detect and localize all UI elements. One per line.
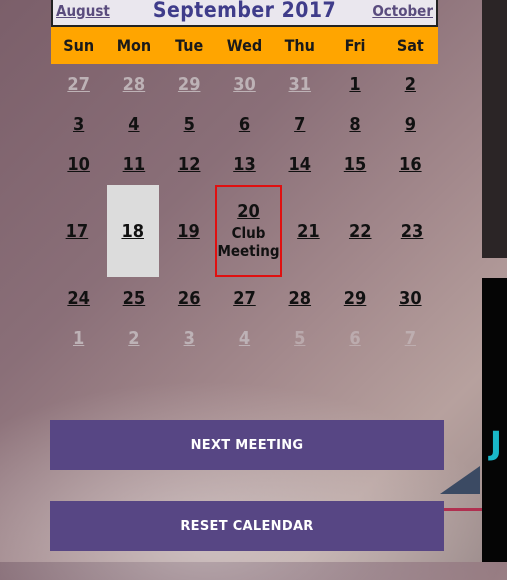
calendar-day[interactable]: 23 [386,185,438,277]
calendar-day[interactable]: 19 [163,185,215,277]
next-meeting-button[interactable]: NEXT MEETING [50,420,444,470]
calendar-day[interactable]: 10 [51,144,106,184]
weekday-tue: Tue [175,36,204,55]
calendar-day[interactable]: 4 [106,104,161,144]
calendar-day[interactable]: 2 [383,64,438,104]
calendar-day[interactable]: 12 [162,144,217,184]
side-panel-bottom [482,278,507,562]
calendar-day[interactable]: 22 [334,185,386,277]
calendar-day[interactable]: 31 [272,64,327,104]
calendar-day[interactable]: 3 [51,104,106,144]
calendar-day[interactable]: 29 [162,64,217,104]
calendar-week: 3 4 5 6 7 8 9 [51,104,438,144]
weekday-fri: Fri [344,36,366,55]
calendar-header: August September 2017 October [51,0,438,27]
side-panel-top [482,0,507,258]
calendar-day[interactable]: 25 [106,277,161,319]
next-month-link[interactable]: October [372,2,433,20]
weekday-mon: Mon [116,36,152,55]
calendar: August September 2017 October Sun Mon Tu… [51,0,438,357]
calendar-day[interactable]: 30 [383,277,438,319]
calendar-day[interactable]: 4 [217,319,272,357]
calendar-day[interactable]: 14 [272,144,327,184]
calendar-week: 24 25 26 27 28 29 30 [51,277,438,319]
calendar-day[interactable]: 6 [217,104,272,144]
calendar-day[interactable]: 28 [106,64,161,104]
calendar-day[interactable]: 16 [383,144,438,184]
calendar-day[interactable]: 6 [327,319,382,357]
event-day-number: 20 [237,201,260,222]
event-title-line1: Club [231,223,266,242]
calendar-day[interactable]: 27 [51,64,106,104]
calendar-week: 27 28 29 30 31 1 2 [51,64,438,104]
calendar-day[interactable]: 29 [327,277,382,319]
calendar-day[interactable]: 27 [217,277,272,319]
event-title-line2: Meeting [217,242,280,261]
decorative-line [442,508,482,511]
calendar-day[interactable]: 5 [272,319,327,357]
calendar-week: 17 18 19 20 Club Meeting 21 22 23 [51,185,438,277]
calendar-day-today[interactable]: 18 [106,185,159,277]
weekday-thu: Thu [284,36,315,55]
calendar-day[interactable]: 17 [51,185,103,277]
calendar-day[interactable]: 8 [327,104,382,144]
calendar-day[interactable]: 26 [162,277,217,319]
calendar-week: 1 2 3 4 5 6 7 [51,319,438,357]
calendar-day[interactable]: 5 [162,104,217,144]
calendar-day[interactable]: 7 [272,104,327,144]
calendar-day[interactable]: 7 [383,319,438,357]
calendar-day[interactable]: 15 [327,144,382,184]
weekday-sun: Sun [63,36,95,55]
weekday-wed: Wed [226,36,263,55]
calendar-day[interactable]: 13 [217,144,272,184]
calendar-day[interactable]: 3 [162,319,217,357]
reset-calendar-button[interactable]: RESET CALENDAR [50,501,444,551]
calendar-day[interactable]: 1 [327,64,382,104]
calendar-day[interactable]: 30 [217,64,272,104]
calendar-day[interactable]: 2 [106,319,161,357]
side-panel-letter: J [490,424,502,462]
calendar-day[interactable]: 9 [383,104,438,144]
calendar-day[interactable]: 1 [51,319,106,357]
calendar-day-event[interactable]: 20 Club Meeting [215,185,282,277]
calendar-day[interactable]: 21 [283,185,335,277]
calendar-day[interactable]: 24 [51,277,106,319]
decorative-shape [440,466,480,494]
calendar-day[interactable]: 28 [272,277,327,319]
calendar-day[interactable]: 11 [106,144,161,184]
weekday-header-row: Sun Mon Tue Wed Thu Fri Sat [51,27,438,64]
calendar-week: 10 11 12 13 14 15 16 [51,144,438,184]
weekday-sat: Sat [396,36,424,55]
